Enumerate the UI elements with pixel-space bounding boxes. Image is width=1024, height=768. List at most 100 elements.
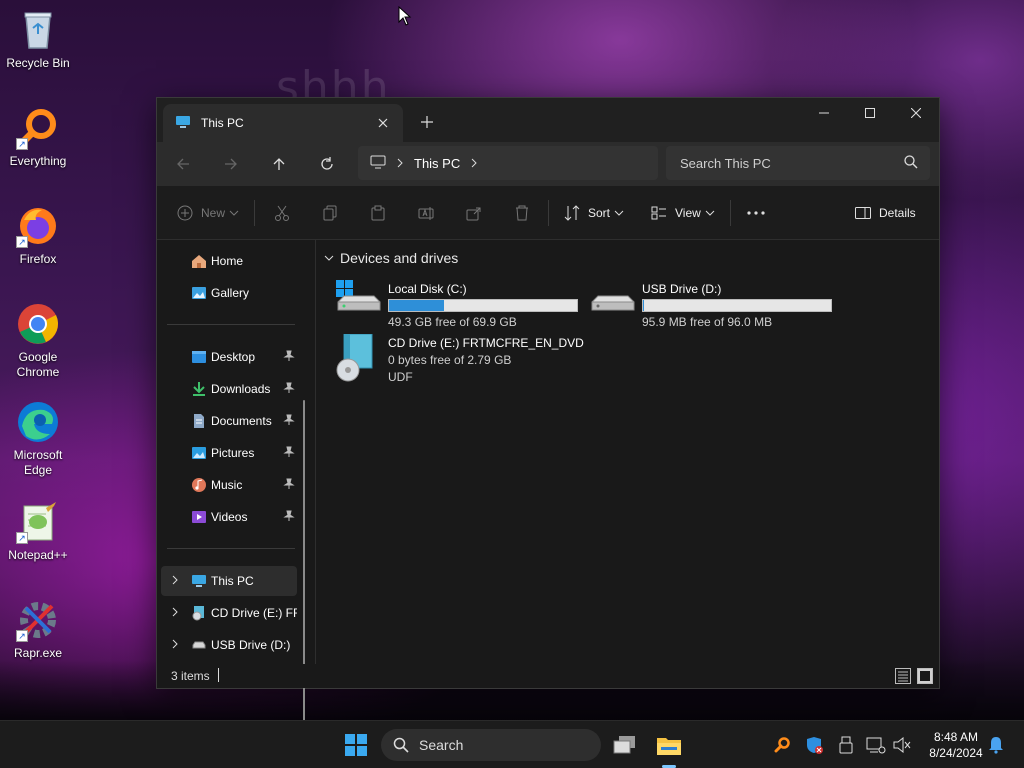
file-explorer-window: This PC This PC Search This PC New Sort … — [156, 97, 940, 736]
desktop-folder-icon — [192, 351, 206, 363]
tray-everything[interactable] — [772, 735, 792, 755]
close-icon — [911, 108, 921, 118]
desktop-icon-edge[interactable]: Microsoft Edge — [4, 400, 72, 478]
nav-item-gallery[interactable]: Gallery — [161, 278, 297, 308]
status-bar: 3 items — [157, 664, 939, 688]
refresh-button[interactable] — [311, 148, 343, 180]
close-tab-icon[interactable] — [371, 111, 395, 135]
view-icon — [651, 206, 666, 220]
edge-icon — [16, 400, 60, 444]
nav-item-music[interactable]: Music — [161, 470, 297, 500]
group-title: Devices and drives — [340, 250, 459, 266]
desktop-icon-chrome[interactable]: Google Chrome — [4, 302, 72, 380]
nav-item-cd-drive[interactable]: CD Drive (E:) FRTMCFRE_EN_DVD — [161, 598, 297, 628]
back-button[interactable] — [167, 148, 199, 180]
cd-drive-icon — [334, 333, 384, 382]
nav-item-home[interactable]: Home — [161, 246, 297, 276]
tray-usb-eject[interactable] — [836, 735, 856, 755]
drive-usb-d[interactable]: USB Drive (D:) 95.9 MB free of 96.0 MB — [588, 280, 832, 329]
drive-local-disk-c[interactable]: Local Disk (C:) 49.3 GB free of 69.9 GB — [334, 280, 578, 329]
chevron-right-icon[interactable] — [396, 156, 404, 171]
minimize-button[interactable] — [801, 98, 847, 128]
search-icon — [904, 155, 918, 174]
tiles-view-button[interactable] — [917, 668, 933, 684]
desktop-icon-label: Notepad++ — [8, 548, 68, 562]
volume-muted-icon — [893, 737, 911, 753]
address-field[interactable]: This PC — [358, 146, 658, 180]
drive-free-space: 95.9 MB free of 96.0 MB — [642, 315, 773, 329]
nav-label: Gallery — [211, 286, 250, 300]
system-clock[interactable]: 8:48 AM 8/24/2024 — [918, 729, 994, 761]
clock-time: 8:48 AM — [933, 730, 979, 744]
task-view-icon — [613, 736, 635, 754]
nav-label: USB Drive (D:) — [211, 638, 291, 652]
nav-item-desktop[interactable]: Desktop — [161, 342, 297, 372]
desktop-icon-rapr[interactable]: ↗ Rapr.exe — [4, 598, 72, 661]
view-label: View — [675, 206, 701, 220]
notifications-button[interactable] — [986, 735, 1006, 755]
nav-item-videos[interactable]: Videos — [161, 502, 297, 532]
nav-item-documents[interactable]: Documents — [161, 406, 297, 436]
new-tab-button[interactable] — [415, 110, 439, 134]
desktop-icon-everything[interactable]: ↗ Everything — [4, 106, 72, 169]
start-button[interactable] — [340, 729, 372, 761]
drive-free-space: 49.3 GB free of 69.9 GB — [388, 315, 517, 329]
up-button[interactable] — [263, 148, 295, 180]
tray-volume[interactable] — [892, 735, 912, 755]
paste-button[interactable] — [370, 198, 386, 228]
details-label: Details — [879, 206, 916, 220]
shortcut-arrow-icon: ↗ — [16, 630, 28, 642]
nav-item-this-pc[interactable]: This PC — [161, 566, 297, 596]
tab-this-pc[interactable]: This PC — [163, 104, 403, 142]
search-box[interactable] — [666, 146, 930, 180]
tab-label: This PC — [201, 116, 244, 130]
pin-icon — [283, 478, 295, 489]
copy-icon — [323, 205, 337, 221]
more-options-button[interactable] — [747, 198, 765, 228]
cut-button[interactable] — [274, 198, 290, 228]
desktop-icon-label: Microsoft Edge — [13, 448, 63, 477]
more-dots-icon — [747, 211, 765, 215]
title-bar: This PC — [157, 98, 939, 142]
delete-button[interactable] — [514, 198, 530, 228]
search-input[interactable] — [680, 155, 900, 171]
new-button[interactable]: New — [177, 198, 239, 228]
taskbar-search[interactable]: Search — [381, 729, 601, 761]
maximize-button[interactable] — [847, 98, 893, 128]
desktop-icon-notepadpp[interactable]: ↗ Notepad++ — [4, 500, 72, 563]
drive-name: CD Drive (E:) FRTMCFRE_EN_DVD — [388, 336, 584, 350]
tray-network[interactable] — [866, 735, 886, 755]
tray-security[interactable] — [804, 735, 824, 755]
details-view-icon — [898, 671, 908, 682]
close-window-button[interactable] — [893, 98, 939, 128]
desktop-icon-firefox[interactable]: ↗ Firefox — [4, 204, 72, 267]
chevron-right-icon — [172, 639, 178, 649]
nav-label: Home — [211, 254, 244, 268]
documents-folder-icon — [194, 414, 204, 428]
pictures-folder-icon — [192, 447, 206, 459]
copy-button[interactable] — [322, 198, 338, 228]
nav-item-downloads[interactable]: Downloads — [161, 374, 297, 404]
rename-button[interactable] — [418, 198, 434, 228]
pin-icon — [283, 350, 295, 361]
everything-search-icon — [774, 737, 790, 753]
group-header-devices[interactable]: Devices and drives — [324, 250, 458, 266]
notification-bell-icon — [989, 737, 1003, 754]
nav-item-pictures[interactable]: Pictures — [161, 438, 297, 468]
details-pane-button[interactable]: Details — [855, 198, 916, 228]
chevron-right-icon[interactable] — [470, 156, 478, 171]
task-view-button[interactable] — [609, 729, 641, 761]
forward-button[interactable] — [215, 148, 247, 180]
taskbar-file-explorer[interactable] — [653, 729, 685, 761]
drive-cd-e[interactable]: CD Drive (E:) FRTMCFRE_EN_DVD 0 bytes fr… — [334, 333, 584, 384]
share-button[interactable] — [466, 198, 482, 228]
sort-button[interactable]: Sort — [564, 198, 624, 228]
details-pane-icon — [855, 207, 871, 219]
clock-date: 8/24/2024 — [929, 746, 983, 760]
details-view-button[interactable] — [895, 668, 911, 684]
this-pc-icon — [175, 114, 191, 133]
breadcrumb-this-pc[interactable]: This PC — [414, 156, 460, 171]
desktop-icon-recycle-bin[interactable]: Recycle Bin — [4, 8, 72, 71]
nav-item-usb-drive[interactable]: USB Drive (D:) — [161, 630, 297, 660]
view-button[interactable]: View — [651, 198, 715, 228]
